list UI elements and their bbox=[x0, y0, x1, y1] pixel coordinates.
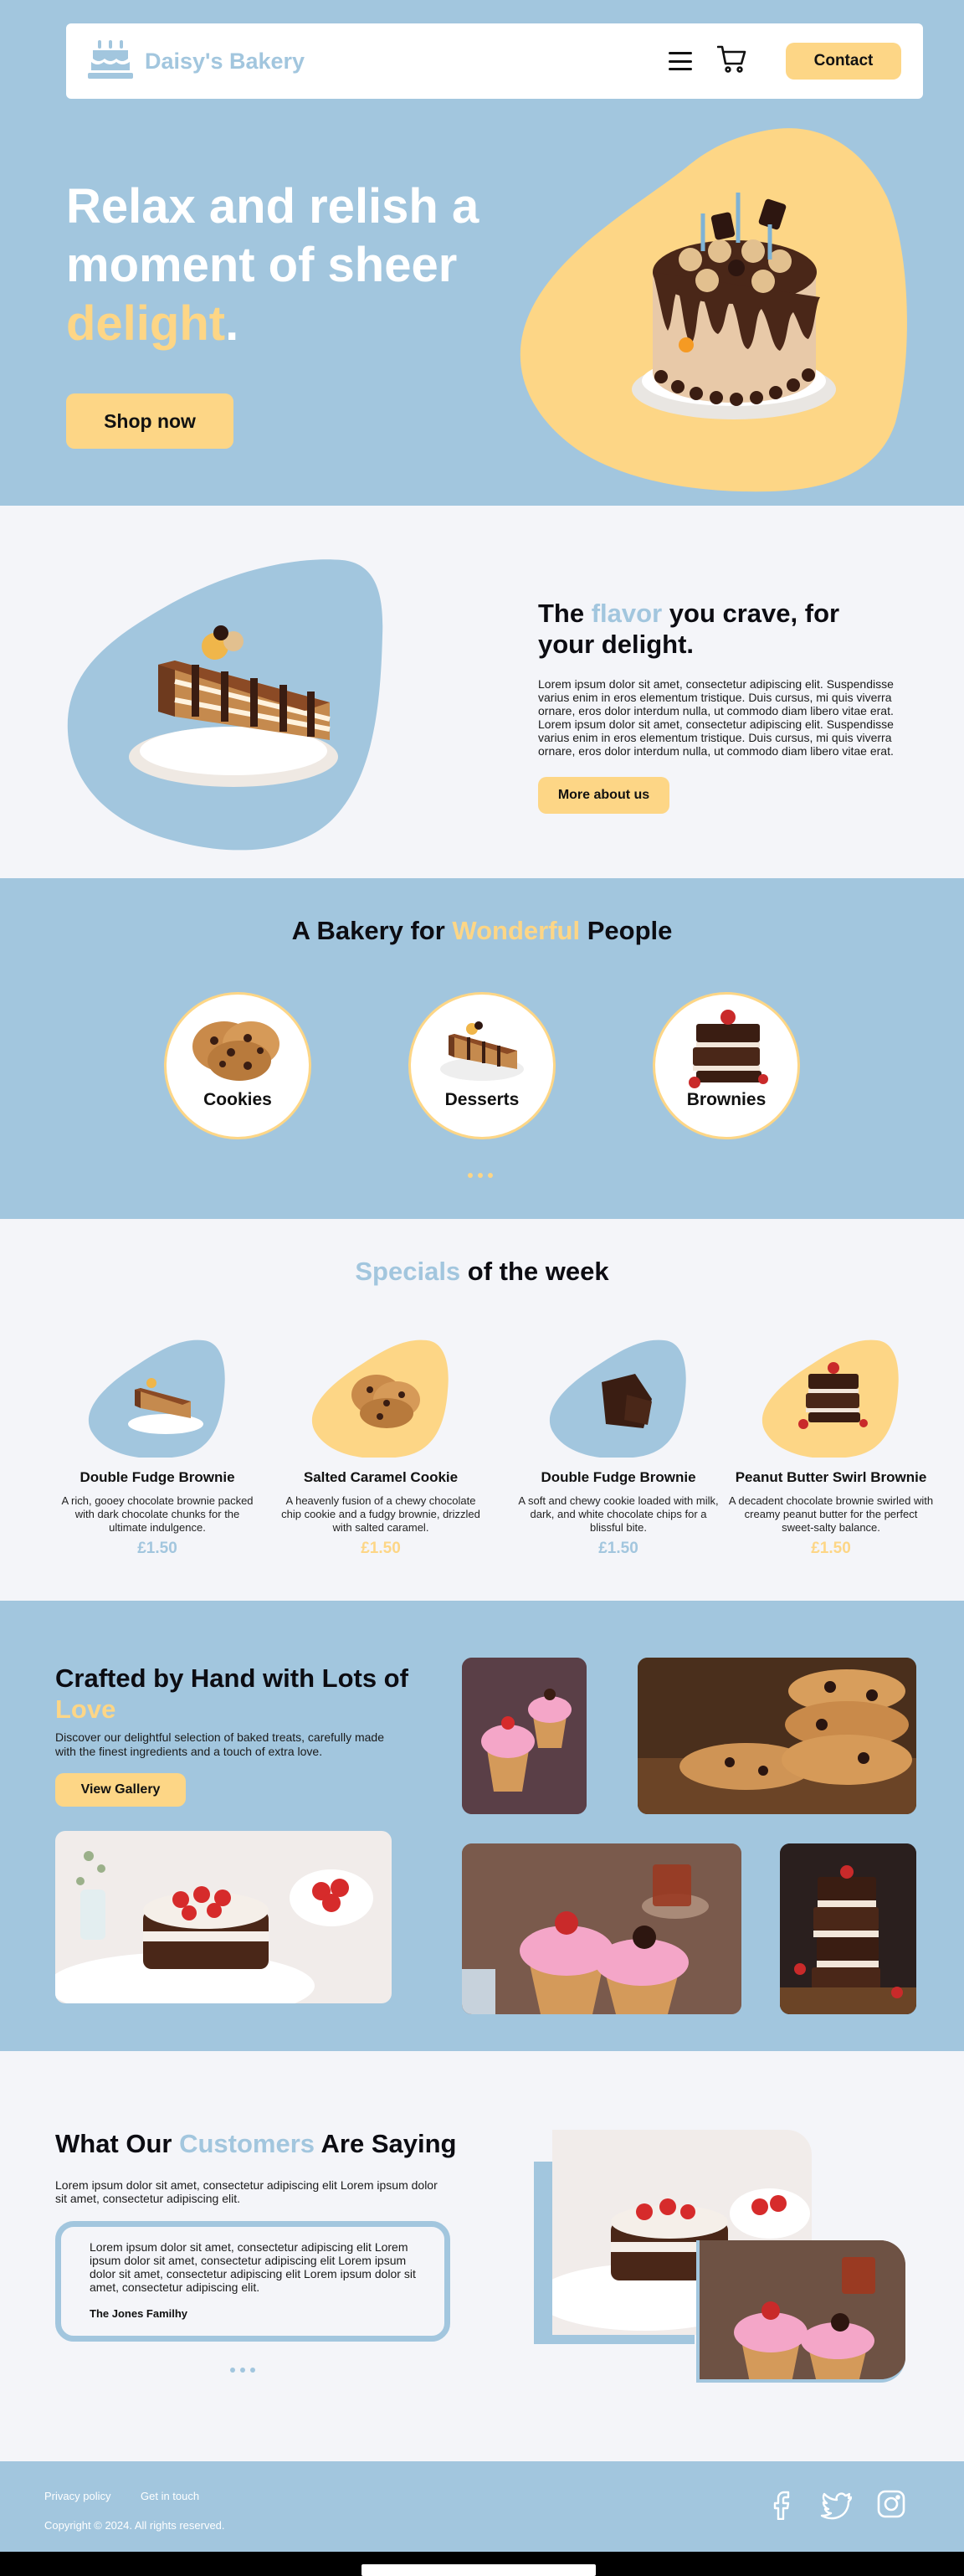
special-image bbox=[88, 1339, 225, 1458]
gallery-section: Crafted by Hand with Lots of Love Discov… bbox=[0, 1601, 964, 2051]
special-price: £1.50 bbox=[598, 1540, 638, 1557]
testimonial-quote: Lorem ipsum dolor sit amet, consectetur … bbox=[90, 2240, 416, 2294]
specials-title-highlight: Specials bbox=[355, 1257, 461, 1286]
categories-title-text: A Bakery for bbox=[291, 916, 453, 945]
brand-name: Daisy's Bakery bbox=[145, 48, 305, 74]
cake-slice-image bbox=[67, 559, 383, 851]
contact-button[interactable]: Contact bbox=[786, 43, 901, 80]
carousel-dot[interactable] bbox=[478, 1173, 483, 1178]
cake-slice-image bbox=[440, 1021, 524, 1081]
categories-title-highlight: Wonderful bbox=[452, 916, 581, 945]
get-in-touch-link[interactable]: Get in touch bbox=[141, 2490, 199, 2502]
special-description: A heavenly fusion of a chewy chocolate c… bbox=[281, 1494, 480, 1534]
brownies-image bbox=[689, 1010, 768, 1088]
specials-title: Specials of the week bbox=[0, 1257, 964, 1287]
testimonials-title-text: Are Saying bbox=[315, 2129, 457, 2158]
testimonials-title-text: What Our bbox=[55, 2129, 180, 2158]
special-image bbox=[549, 1339, 686, 1458]
gallery-title-text: Crafted by Hand with Lots of bbox=[55, 1663, 408, 1693]
home-indicator[interactable] bbox=[362, 2564, 596, 2576]
special-image bbox=[761, 1339, 899, 1458]
twitter-icon[interactable] bbox=[820, 2488, 853, 2520]
special-name: Double Fudge Brownie bbox=[541, 1469, 696, 1485]
cake-icon bbox=[88, 39, 133, 85]
category-label: Cookies bbox=[203, 1090, 272, 1109]
carousel-dots[interactable] bbox=[468, 1173, 493, 1178]
special-price: £1.50 bbox=[811, 1540, 851, 1557]
gallery-photo-brownie-stack[interactable] bbox=[780, 1843, 916, 2014]
categories-section: A Bakery for Wonderful People Cookies De… bbox=[0, 878, 964, 1219]
gallery-title-highlight: Love bbox=[55, 1694, 116, 1724]
carousel-dot[interactable] bbox=[250, 2368, 255, 2373]
special-description: A soft and chewy cookie loaded with milk… bbox=[518, 1494, 719, 1534]
categories-title: A Bakery for Wonderful People bbox=[0, 916, 964, 946]
category-brownies[interactable]: Brownies bbox=[653, 992, 800, 1139]
copyright: Copyright © 2024. All rights reserved. bbox=[44, 2519, 225, 2532]
special-image bbox=[311, 1339, 449, 1458]
cart-icon[interactable] bbox=[716, 45, 747, 78]
special-description: A rich, gooey chocolate brownie packed w… bbox=[61, 1494, 254, 1534]
special-name: Peanut Butter Swirl Brownie bbox=[735, 1469, 927, 1485]
gallery-body: Discover our delightful selection of bak… bbox=[55, 1730, 384, 1758]
brand[interactable]: Daisy's Bakery bbox=[88, 39, 305, 85]
gallery-photo-cookies[interactable] bbox=[638, 1658, 916, 1814]
category-cookies[interactable]: Cookies bbox=[164, 992, 311, 1139]
cookies-image bbox=[192, 1021, 279, 1081]
special-price: £1.50 bbox=[361, 1540, 401, 1557]
hero-cake-image bbox=[520, 128, 907, 492]
hero-title: Relax and relish a moment of sheer delig… bbox=[66, 177, 535, 353]
carousel-dot[interactable] bbox=[488, 1173, 493, 1178]
testimonials-title-highlight: Customers bbox=[179, 2129, 315, 2158]
special-card[interactable]: Double Fudge Brownie A soft and chewy co… bbox=[514, 1336, 723, 1558]
hero-title-period: . bbox=[225, 296, 239, 351]
about-body: Lorem ipsum dolor sit amet, consectetur … bbox=[538, 677, 894, 758]
special-card[interactable]: Peanut Butter Swirl Brownie A decadent c… bbox=[726, 1336, 936, 1558]
hero-section: Daisy's Bakery Contact Relax and relish … bbox=[0, 0, 964, 506]
special-name: Double Fudge Brownie bbox=[79, 1469, 235, 1485]
hamburger-icon[interactable] bbox=[669, 52, 692, 70]
about-title-text: The bbox=[538, 599, 592, 628]
view-gallery-button[interactable]: View Gallery bbox=[55, 1773, 186, 1807]
carousel-dot[interactable] bbox=[240, 2368, 245, 2373]
facebook-icon[interactable] bbox=[766, 2488, 797, 2521]
about-section: The flavor you crave, for your delight. … bbox=[0, 506, 964, 878]
category-label: Desserts bbox=[444, 1090, 520, 1109]
testimonial-dots[interactable] bbox=[230, 2368, 255, 2373]
special-card[interactable]: Salted Caramel Cookie A heavenly fusion … bbox=[276, 1336, 485, 1558]
gallery-photo-strawberry-cake[interactable] bbox=[55, 1831, 392, 2003]
testimonials-section: What Our Customers Are Saying Lorem ipsu… bbox=[0, 2051, 964, 2461]
special-card[interactable]: Double Fudge Brownie A rich, gooey choco… bbox=[53, 1336, 262, 1558]
footer: Privacy policy Get in touch Copyright © … bbox=[0, 2461, 964, 2552]
specials-title-text: of the week bbox=[460, 1257, 609, 1286]
more-about-us-button[interactable]: More about us bbox=[538, 777, 669, 814]
specials-section: Specials of the week Double Fudge Browni… bbox=[0, 1219, 964, 1601]
about-title-highlight: flavor bbox=[591, 599, 663, 628]
category-desserts[interactable]: Desserts bbox=[408, 992, 556, 1139]
testimonials-title: What Our Customers Are Saying bbox=[55, 2129, 456, 2159]
testimonial-card: Lorem ipsum dolor sit amet, consectetur … bbox=[55, 2221, 450, 2342]
privacy-policy-link[interactable]: Privacy policy bbox=[44, 2490, 110, 2502]
hero-title-line: moment of sheer bbox=[66, 238, 458, 292]
carousel-dot[interactable] bbox=[468, 1173, 473, 1178]
testimonial-photo-cupcakes bbox=[696, 2240, 905, 2383]
special-description: A decadent chocolate brownie swirled wit… bbox=[728, 1494, 934, 1534]
about-title: The flavor you crave, for your delight. bbox=[538, 598, 898, 660]
gallery-photo-cupcakes[interactable] bbox=[462, 1658, 587, 1814]
top-nav: Daisy's Bakery Contact bbox=[66, 23, 923, 99]
testimonials-intro: Lorem ipsum dolor sit amet, consectetur … bbox=[55, 2178, 438, 2205]
shop-now-button[interactable]: Shop now bbox=[66, 393, 233, 449]
categories-title-text: People bbox=[580, 916, 673, 945]
instagram-icon[interactable] bbox=[875, 2488, 907, 2520]
testimonial-author: The Jones Familhy bbox=[90, 2307, 188, 2320]
hero-title-highlight: delight bbox=[66, 296, 226, 351]
special-name: Salted Caramel Cookie bbox=[303, 1469, 459, 1485]
carousel-dot[interactable] bbox=[230, 2368, 235, 2373]
gallery-photo-cupcakes-table[interactable] bbox=[462, 1843, 741, 2014]
category-label: Brownies bbox=[686, 1090, 767, 1109]
hero-title-line: Relax and relish a bbox=[66, 179, 479, 234]
gallery-title: Crafted by Hand with Lots of Love bbox=[55, 1663, 415, 1725]
special-price: £1.50 bbox=[137, 1540, 177, 1557]
